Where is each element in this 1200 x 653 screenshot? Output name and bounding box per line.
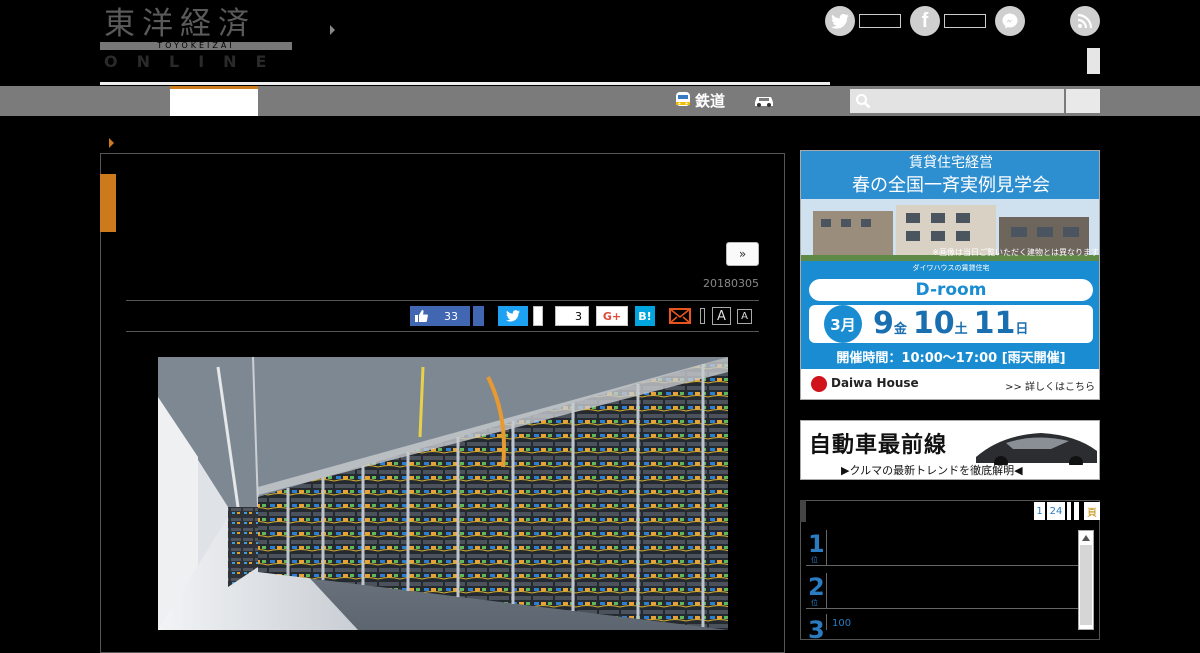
tweet-button[interactable] — [498, 306, 528, 326]
rank-number: 1 — [808, 530, 825, 558]
ranking-tab-last[interactable]: 頁 — [1084, 502, 1100, 520]
ranking-tab-separator-2[interactable] — [1074, 502, 1079, 520]
ranking-header-accent — [800, 500, 806, 522]
droom-photo-note: ※画像は当日ご覧いただく建物とは異なります — [932, 248, 1099, 257]
facebook-like-button[interactable]: 33 — [410, 306, 470, 326]
droom-day2: 10 — [912, 306, 955, 341]
ranking-tab-24[interactable]: 24 — [1047, 502, 1065, 520]
hatena-bookmark-button[interactable]: B! — [635, 306, 655, 326]
twitter-bird-icon — [506, 310, 520, 322]
nav-item-rail[interactable]: 鉄道 — [675, 88, 725, 112]
nav-rail-label: 鉄道 — [695, 91, 726, 110]
rank-number: 3 — [808, 616, 825, 644]
droom-header-line1: 賃貸住宅経営 — [909, 155, 993, 171]
rank-number: 2 — [808, 573, 825, 601]
ranking-item[interactable]: 3 100 — [806, 614, 1078, 644]
publish-date: 20180305 — [703, 277, 759, 290]
car-ad-subtitle: ▶クルマの最新トレンドを徹底解明◀ — [841, 464, 1023, 477]
like-count: 33 — [444, 309, 458, 323]
logo-romaji: TOYOKEIZAI — [157, 41, 235, 50]
ad-droom-banner[interactable]: 賃貸住宅経営 春の全国一斉実例見学会 ※画像は当日ご覧いただく建物とは異なります… — [800, 150, 1100, 400]
logo-english: ONLINE — [104, 52, 286, 71]
google-plus-button[interactable]: G+ — [596, 306, 628, 326]
droom-more-link[interactable]: >> 詳しくはこちら — [991, 378, 1095, 393]
droom-day1: 9 — [873, 306, 894, 341]
facebook-icon[interactable]: f — [910, 6, 940, 36]
caret-right-icon[interactable] — [330, 25, 335, 35]
droom-dow3: 日 — [1015, 322, 1029, 337]
logo-japanese: 東洋経済 — [104, 6, 256, 42]
ranking-item[interactable]: 1 位 — [806, 530, 1078, 566]
ranking-tab-separator-1[interactable] — [1067, 502, 1071, 520]
car-ad-title: 自動車最前線 — [809, 433, 948, 458]
header-side-box[interactable] — [1087, 48, 1100, 74]
like-share-button[interactable] — [473, 306, 484, 326]
print-button[interactable] — [700, 308, 705, 324]
ranking-item[interactable]: 2 位 — [806, 573, 1078, 609]
droom-dates: 9 金 10 土 11 日 — [873, 306, 1028, 342]
logo-bar: TOYOKEIZAI — [100, 41, 292, 50]
breadcrumb-caret-icon — [109, 138, 114, 148]
ad-car-banner[interactable]: 自動車最前線 ▶クルマの最新トレンドを徹底解明◀ — [800, 420, 1100, 480]
messenger-icon[interactable] — [995, 6, 1025, 36]
rank-suffix: 位 — [811, 599, 818, 607]
title-accent — [100, 174, 116, 232]
twitter-icon[interactable] — [825, 6, 855, 36]
mail-icon[interactable] — [669, 308, 691, 324]
next-page-button[interactable]: » — [726, 242, 759, 266]
tweet-count — [533, 306, 543, 326]
font-size-small-button[interactable]: A — [737, 309, 752, 324]
font-size-large-button[interactable]: A — [712, 307, 731, 325]
thumbs-up-icon — [415, 310, 428, 322]
droom-hours: 開催時間：10:00〜17:00 [雨天開催] — [836, 351, 1066, 366]
droom-brand: D-room — [915, 280, 987, 300]
search-button[interactable] — [1066, 89, 1100, 113]
scrollbar-thumb[interactable] — [1080, 545, 1092, 625]
site-logo[interactable]: 東洋経済 TOYOKEIZAI ONLINE — [100, 6, 294, 72]
share-bar-top-rule — [126, 300, 759, 301]
droom-month: 3月 — [830, 316, 856, 334]
ranking-tab-1[interactable]: 1 — [1034, 502, 1045, 520]
rank-divider — [826, 530, 827, 565]
rank-divider — [826, 614, 827, 630]
share-bar-bottom-rule — [126, 331, 759, 332]
droom-subbrand: ダイワハウスの賃貸住宅 — [912, 264, 990, 272]
rank-divider — [826, 573, 827, 608]
droom-header-line2: 春の全国一斉実例見学会 — [852, 175, 1050, 196]
rank-suffix: 位 — [811, 556, 818, 564]
droom-company: Daiwa House — [831, 376, 919, 390]
car-icon[interactable] — [753, 93, 775, 107]
droom-dow1: 金 — [893, 322, 907, 337]
search-icon — [856, 94, 871, 109]
ranking-scrollbar[interactable] — [1078, 530, 1094, 630]
train-icon — [676, 92, 690, 106]
rss-icon[interactable] — [1070, 6, 1100, 36]
header-divider — [100, 82, 830, 85]
droom-dow2: 土 — [954, 322, 968, 337]
nav-tab-active[interactable] — [170, 86, 258, 116]
server-room-photo — [158, 357, 728, 630]
rank-title: 100 — [832, 618, 852, 629]
scroll-up-icon[interactable] — [1082, 535, 1090, 541]
search-input[interactable] — [850, 89, 1064, 113]
twitter-count — [859, 14, 901, 28]
droom-day3: 11 — [973, 306, 1016, 341]
share-count: 3 — [555, 306, 589, 326]
facebook-count — [944, 14, 986, 28]
